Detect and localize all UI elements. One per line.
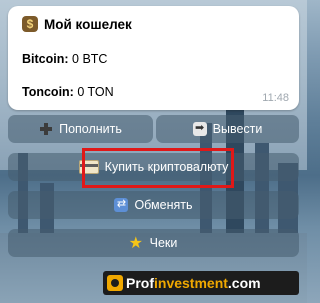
- money-bag-icon: [22, 16, 38, 32]
- message-title-text: Мой кошелек: [44, 16, 132, 32]
- deposit-button[interactable]: Пополнить: [8, 115, 153, 143]
- star-icon: [129, 233, 144, 253]
- toncoin-label: Toncoin:: [22, 85, 74, 99]
- toncoin-value: 0 TON: [77, 85, 114, 99]
- checks-button[interactable]: Чеки: [8, 229, 299, 257]
- watermark-logo: Prof investment .com: [103, 271, 299, 295]
- brand-logo-icon: [107, 275, 123, 291]
- exchange-label: Обменять: [134, 198, 193, 212]
- message-time: 11:48: [262, 92, 289, 104]
- bitcoin-value: 0 BTC: [72, 52, 108, 66]
- message-title: Мой кошелек: [22, 16, 132, 32]
- watermark-part1: Prof: [126, 275, 154, 291]
- wallet-message: Мой кошелек Bitcoin: 0 BTC Toncoin: 0 TO…: [8, 6, 299, 110]
- highlight-frame: [82, 148, 234, 188]
- watermark-part2: investment: [154, 275, 228, 291]
- withdraw-label: Вывести: [212, 122, 263, 136]
- exchange-button[interactable]: Обменять: [8, 191, 299, 219]
- watermark-part3: .com: [227, 275, 261, 291]
- bitcoin-balance: Bitcoin: 0 BTC: [22, 52, 107, 66]
- bitcoin-label: Bitcoin:: [22, 52, 69, 66]
- withdraw-button[interactable]: Вывести: [156, 115, 299, 143]
- plus-icon: [39, 122, 53, 136]
- deposit-label: Пополнить: [59, 122, 122, 136]
- toncoin-balance: Toncoin: 0 TON: [22, 85, 114, 99]
- swap-icon: [114, 197, 129, 212]
- checks-label: Чеки: [149, 236, 178, 250]
- arrow-right-icon: [192, 121, 207, 136]
